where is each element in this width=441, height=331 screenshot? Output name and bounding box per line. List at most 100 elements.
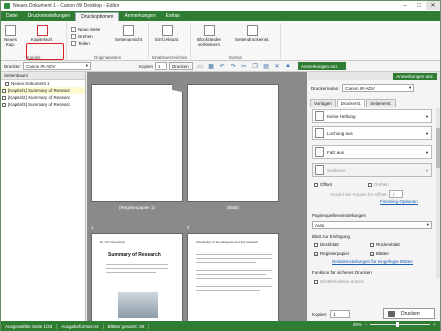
- panel-annotations-button[interactable]: Anmerkungen anz.: [393, 72, 437, 80]
- zoom-slider[interactable]: [370, 322, 431, 327]
- tree-item-chapter3[interactable]: [Kapitel3] Summary of Researc: [1, 101, 85, 108]
- tab-paper-page[interactable]: [91, 84, 183, 202]
- split-icon: [71, 41, 76, 46]
- document-page-1[interactable]: Dr. XX Corporation Summary of Research: [91, 233, 183, 322]
- split-button[interactable]: Teilen: [71, 41, 90, 46]
- tab-paper-checkbox[interactable]: ✓ Registerpapier: [314, 251, 349, 256]
- insert-sheet-detail-link[interactable]: Detaileinstellungen für eingefügte Blätt…: [332, 259, 413, 264]
- doc2-header-text: Introduction of the background of this r…: [196, 240, 258, 244]
- maximize-icon[interactable]: □: [412, 1, 426, 10]
- punching-select[interactable]: Lochung aus ▼: [312, 126, 432, 140]
- insert-sheet-label: Blatt zur Einfügung: [312, 234, 351, 239]
- delete-icon[interactable]: ✕: [273, 62, 281, 70]
- toc-insert-update-button[interactable]: Einf./Aktual.: [155, 25, 179, 42]
- document-page-2[interactable]: Introduction of the background of this r…: [187, 233, 279, 322]
- page-print-settings-icon: [246, 25, 258, 36]
- paste-icon[interactable]: ▤: [262, 62, 270, 70]
- chapter-template-button[interactable]: Kapitelvorl.: [31, 25, 53, 42]
- page-view-label: Seitenansicht: [115, 37, 143, 42]
- fold-select[interactable]: Falz aus ▼: [312, 145, 432, 159]
- collate-icon: [315, 165, 324, 175]
- chapter-icon: [2, 102, 6, 107]
- tab-datei[interactable]: Datei: [1, 12, 23, 21]
- checkbox-box: [314, 182, 318, 187]
- tree-item-document[interactable]: Neues Dokument 1: [1, 80, 85, 87]
- zoom-slider-knob[interactable]: [395, 322, 399, 327]
- redo-icon[interactable]: ↷: [229, 62, 237, 70]
- tree-item-label: [Kapitel1] Summary of Researc: [8, 88, 71, 93]
- back-cover-checkbox[interactable]: Rückenblatt: [370, 242, 400, 247]
- tab-paper-label: Registerpapier: [320, 251, 350, 256]
- sheets-checkbox[interactable]: ✓ Blätter: [370, 251, 389, 256]
- cut-icon[interactable]: ✂: [240, 62, 248, 70]
- collate-select[interactable]: Sortieren ▼: [312, 163, 432, 177]
- doc-text-line: [106, 268, 168, 269]
- move-up-icon[interactable]: ▲: [284, 62, 292, 70]
- punching-icon: [315, 128, 324, 138]
- checkbox-box: [368, 182, 372, 187]
- undo-icon[interactable]: ↶: [218, 62, 226, 70]
- page-canvas[interactable]: (Registerpapier 1) (Blatt) 1 Dr. XX Corp…: [87, 72, 307, 322]
- sheets-label: Blätter: [376, 251, 390, 256]
- rotate-checkbox[interactable]: Drehen: [368, 182, 389, 187]
- show-annotations-button[interactable]: Anmerkungen anz.: [298, 62, 347, 70]
- printer-name-select[interactable]: Canon iR-ADV ▾: [342, 84, 415, 92]
- grid-icon[interactable]: ▦: [207, 62, 215, 70]
- paper-source-select[interactable]: Auto ▾: [312, 221, 432, 229]
- new-page-button[interactable]: Neue Seite: [71, 27, 100, 32]
- new-page-label: Neue Seite: [78, 27, 101, 32]
- shrink-margins-button[interactable]: Blockränder verkleinern: [197, 25, 221, 47]
- copies-input[interactable]: 1: [155, 62, 168, 70]
- tree-item-chapter1[interactable]: [Kapitel1] Summary of Researc: [1, 87, 85, 94]
- tab-anmerkungen[interactable]: Anmerkungen: [119, 12, 160, 21]
- scrollbar-thumb[interactable]: [436, 128, 440, 168]
- finishing-options-link[interactable]: Finishing-Optionen: [380, 199, 418, 204]
- offset-label: Offset: [320, 182, 332, 187]
- tab-extras[interactable]: Extras: [161, 12, 185, 21]
- tab-druckoptionen[interactable]: Druckoptionen: [75, 12, 120, 21]
- cover-sheet-checkbox[interactable]: Deckblatt: [314, 242, 339, 247]
- chevron-down-icon: ▼: [425, 113, 429, 119]
- checkbox-box: [314, 242, 318, 247]
- minimize-icon[interactable]: –: [398, 1, 412, 10]
- tab-druckerst[interactable]: Druckerst.: [336, 99, 366, 107]
- total-sheets-status: Blätter gesamt: 39: [104, 323, 150, 329]
- copy-icon[interactable]: ❐: [251, 62, 259, 70]
- chevron-down-icon: ▾: [409, 85, 412, 90]
- printer-name-value: Canon iR-ADV: [345, 85, 375, 91]
- printer-select[interactable]: Canon iR-ADV ▾: [23, 62, 92, 70]
- tab-druckeinstellungen[interactable]: Druckeinstellungen: [23, 12, 76, 21]
- zoom-in-icon[interactable]: +: [433, 322, 436, 327]
- copies-label: Kopien: [139, 63, 154, 69]
- tree-item-chapter2[interactable]: [Kapitel2] Summary of Researc: [1, 94, 85, 101]
- copies-value: 1: [158, 63, 161, 69]
- zoom-out-icon[interactable]: −: [365, 322, 368, 327]
- page-icon[interactable]: ▭: [196, 62, 204, 70]
- panel-print-button[interactable]: Drucken: [383, 308, 435, 319]
- shrink-margins-label-2: verkleinern: [198, 42, 221, 47]
- offset-copies-value: 1: [392, 191, 395, 197]
- page-print-settings-button[interactable]: Seitendruckeinst.: [235, 25, 270, 42]
- tab-seitenerst[interactable]: Seitenerst.: [366, 99, 396, 107]
- offset-copies-input[interactable]: 1: [389, 190, 404, 198]
- rotate-button[interactable]: Drehen: [71, 34, 93, 39]
- checkbox-checked-icon: ✓: [370, 251, 375, 257]
- panel-scrollbar[interactable]: [436, 108, 440, 278]
- doc-title-text: Summary of Research: [108, 252, 161, 258]
- close-icon[interactable]: ✕: [426, 1, 440, 10]
- new-chapter-button[interactable]: Neues Kap.: [4, 25, 17, 47]
- window-controls: – □ ✕: [398, 1, 440, 10]
- page-view-icon: [123, 25, 135, 36]
- device-function-checkbox[interactable]: Gerätefunktion nutzen: [314, 279, 364, 284]
- panel-copies-input[interactable]: 1: [330, 310, 351, 318]
- page-view-button[interactable]: Seitenansicht: [115, 25, 142, 42]
- offset-checkbox[interactable]: Offset: [314, 182, 332, 187]
- print-button[interactable]: Drucken: [169, 62, 194, 70]
- paper-source-value: Auto: [315, 222, 325, 228]
- stapling-select[interactable]: Keine Heftung ▼: [312, 109, 432, 123]
- secure-print-label: Funktion für sicheres Drucken: [312, 270, 372, 275]
- rotate-icon: [71, 34, 76, 39]
- page-number-2: 2: [187, 225, 190, 230]
- tab-vorlagen[interactable]: Vorlagen: [310, 99, 336, 107]
- blank-sheet-page[interactable]: [187, 84, 279, 202]
